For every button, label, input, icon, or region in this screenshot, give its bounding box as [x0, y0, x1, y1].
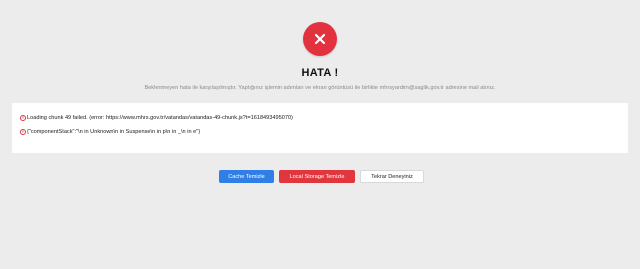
- clear-local-storage-button[interactable]: Local Storage Temizle: [279, 170, 355, 183]
- close-icon: [314, 33, 326, 45]
- error-details-panel: [12, 103, 628, 153]
- error-line: × {"componentStack":"\n in Unknown\n in …: [20, 129, 200, 135]
- error-line: × Loading chunk 49 failed. (error: https…: [20, 115, 293, 121]
- error-circle-icon: ×: [20, 114, 26, 121]
- error-title: HATA !: [301, 67, 339, 79]
- retry-button[interactable]: Tekrar Deneyiniz: [360, 170, 424, 183]
- error-line-text: Loading chunk 49 failed. (error: https:/…: [27, 115, 293, 121]
- error-subtitle: Beklenmeyen hata ile karşılaşılmıştır. Y…: [144, 85, 496, 91]
- error-badge: [303, 22, 337, 56]
- clear-cache-button[interactable]: Cache Temizle: [219, 170, 274, 183]
- error-line-text: {"componentStack":"\n in Unknown\n in Su…: [27, 129, 201, 135]
- action-buttons: Cache Temizle Local Storage Temizle Tekr…: [219, 170, 424, 183]
- error-circle-icon: ×: [20, 128, 26, 135]
